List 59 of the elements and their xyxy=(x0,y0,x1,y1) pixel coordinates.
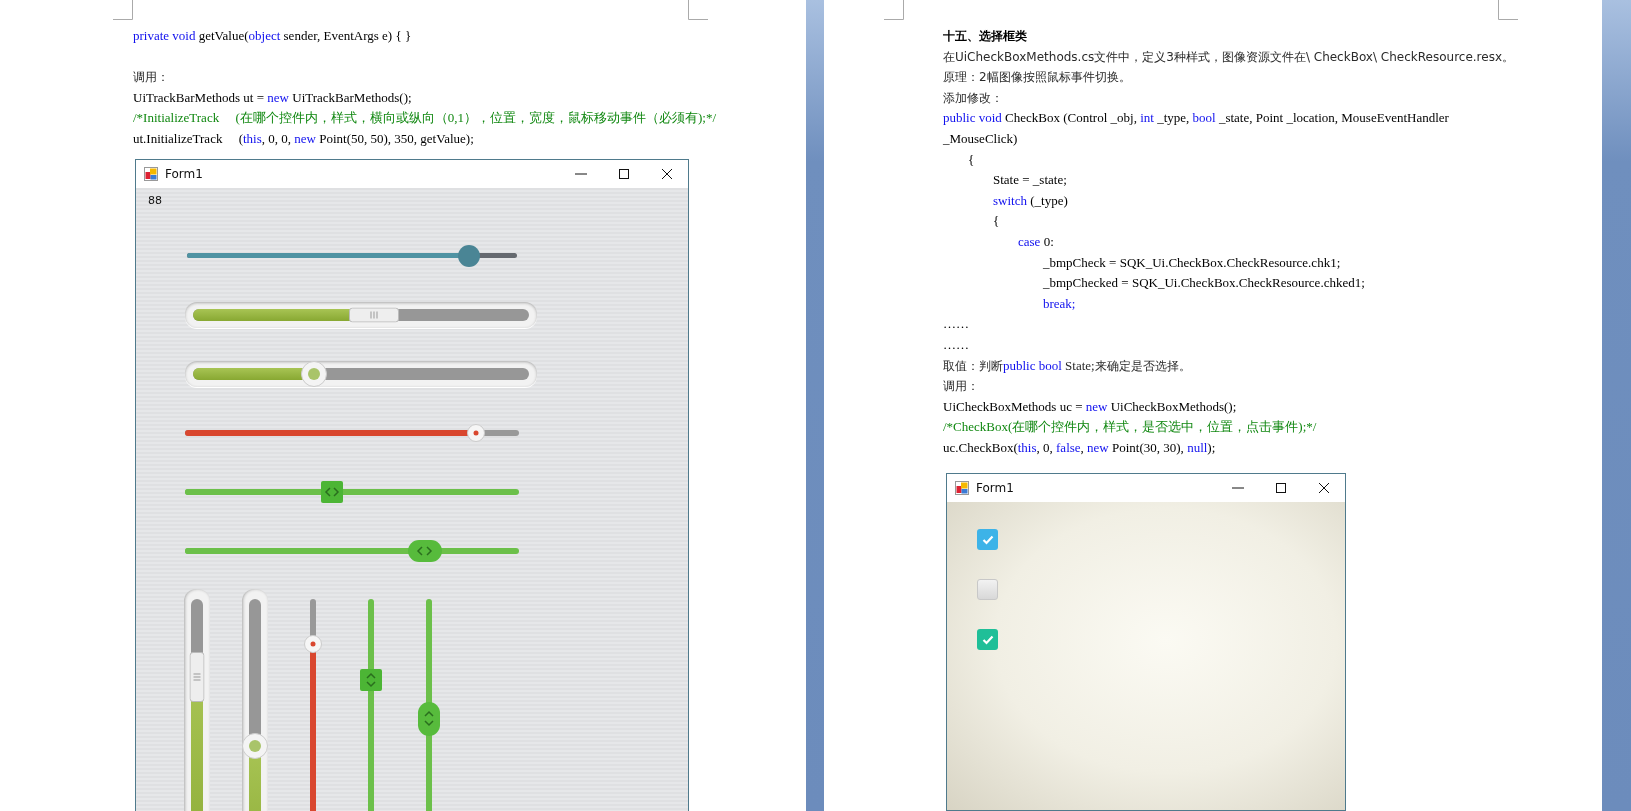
maximize-icon xyxy=(617,167,630,180)
checkmark-icon xyxy=(981,534,994,545)
slider-thumb[interactable] xyxy=(418,701,440,736)
slider-thumb[interactable] xyxy=(242,732,268,759)
crop-mark xyxy=(113,0,133,20)
slider-track[interactable] xyxy=(310,598,316,811)
code-line: …… xyxy=(943,315,969,334)
slider-track[interactable] xyxy=(185,488,519,495)
text-line: 添加修改： xyxy=(943,89,1003,107)
code-line: /*CheckBox(在哪个控件内，样式，是否选中，位置，点击事件);*/ xyxy=(943,418,1317,437)
code-line: switch (_type) xyxy=(993,191,1068,210)
slider-track[interactable] xyxy=(185,547,519,554)
code-line: public void CheckBox (Control _obj, int _type, bool _state, Point _location, MouseEventHandler xyxy=(943,109,1449,128)
crop-mark xyxy=(688,0,708,20)
checkbox[interactable] xyxy=(977,629,998,651)
code-line: _bmpChecked = SQK_Ui.CheckBox.CheckResource.chked1; xyxy=(1043,274,1365,293)
slider-thumb[interactable] xyxy=(466,423,485,442)
text-line: 调用： xyxy=(133,69,169,87)
code-line: UiTrackBarMethods ut = new UiTrackBarMethods(); xyxy=(133,88,412,107)
slider-thumb[interactable] xyxy=(360,668,382,691)
slider-thumb[interactable] xyxy=(457,244,480,267)
text-line: 调用： xyxy=(943,378,979,396)
text-line: 取值：判断public bool State;来确定是否选择。 xyxy=(943,356,1191,375)
code-line: { xyxy=(993,212,1000,231)
close-icon xyxy=(1317,482,1330,495)
code-line: case 0: xyxy=(1018,232,1054,251)
slider-thumb[interactable] xyxy=(320,480,343,503)
code-line: { xyxy=(968,150,975,169)
code-line: UiCheckBoxMethods uc = new UiCheckBoxMethods(); xyxy=(943,397,1237,416)
slider-thumb[interactable] xyxy=(408,539,443,562)
window-title: Form1 xyxy=(976,481,1014,496)
slider-thumb[interactable] xyxy=(349,307,400,323)
app-icon xyxy=(955,481,969,496)
section-heading: 十五、选择框类 xyxy=(943,28,1027,45)
slider-thumb[interactable] xyxy=(304,634,322,653)
slider-thumb[interactable] xyxy=(300,360,327,387)
text-line: 原理：2幅图像按照鼠标事件切换。 xyxy=(943,69,1131,87)
code-line: _MouseClick) xyxy=(943,129,1018,148)
code-line: break; xyxy=(1043,294,1076,313)
code-line: _bmpCheck = SQK_Ui.CheckBox.CheckResource.chk1; xyxy=(1043,253,1341,272)
code-line: State = _state; xyxy=(993,171,1067,190)
slider-thumb[interactable] xyxy=(189,651,205,702)
code-line: /*InitializeTrack (在哪个控件内，样式，横向或纵向（0,1），位置，宽度，鼠标移动事件（必须有);*/ xyxy=(133,109,717,128)
crop-mark xyxy=(1498,0,1518,20)
slider-track[interactable] xyxy=(193,367,529,380)
code-line: private void getValue(object sender, EventArgs e) { } xyxy=(133,27,412,45)
text-line: 在UiCheckBoxMethods.cs文件中，定义3种样式，图像资源文件在\ CheckBox\ CheckResource.resx。 xyxy=(943,48,1514,66)
code-line: ut.InitializeTrack (this, 0, 0, new Point(50, 50), 350, getValue); xyxy=(133,129,474,148)
checkbox[interactable] xyxy=(977,579,998,601)
code-line: uc.CheckBox(this, 0, false, new Point(30, 30), null); xyxy=(943,438,1216,457)
value-label: 88 xyxy=(148,193,162,207)
app-icon xyxy=(144,166,158,181)
close-icon xyxy=(660,167,673,180)
checkmark-icon xyxy=(981,634,994,645)
crop-mark xyxy=(884,0,904,20)
checkbox[interactable] xyxy=(977,529,998,551)
code-line: …… xyxy=(943,335,969,354)
maximize-icon xyxy=(1274,482,1287,495)
window-title: Form1 xyxy=(165,166,203,181)
